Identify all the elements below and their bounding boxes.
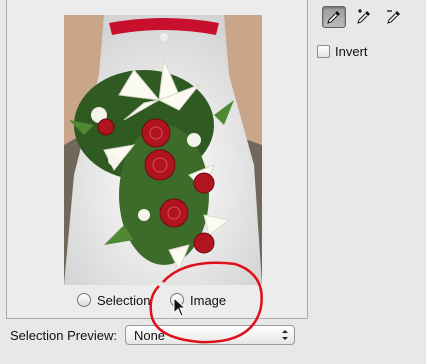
bride-bouquet-image [64, 15, 262, 285]
eyedropper-tools [322, 6, 406, 28]
mouse-pointer-icon [173, 297, 187, 317]
invert-checkbox[interactable] [317, 45, 330, 58]
eyedropper-plus-button[interactable] [352, 6, 376, 28]
selection-preview-value: None [133, 327, 166, 343]
invert-option[interactable]: Invert [317, 44, 368, 59]
eyedropper-minus-button[interactable] [382, 6, 406, 28]
selection-preview-row: Selection Preview: None [10, 325, 295, 345]
eyedropper-button[interactable] [322, 6, 346, 28]
chevron-updown-icon [281, 330, 288, 340]
invert-label: Invert [335, 44, 368, 59]
selection-preview-label: Selection Preview: [10, 327, 117, 343]
preview-panel: Selection Image [6, 0, 308, 319]
eyedropper-minus-icon [387, 10, 400, 24]
selection-radio[interactable] [77, 293, 91, 307]
selection-preview-select[interactable]: None [124, 325, 295, 345]
image-label: Image [190, 292, 227, 308]
selection-label: Selection [97, 292, 151, 308]
eyedropper-icon [327, 11, 340, 24]
selection-option[interactable]: Selection [77, 291, 150, 309]
eyedropper-plus-icon [357, 9, 370, 24]
preview-image[interactable] [64, 15, 262, 285]
